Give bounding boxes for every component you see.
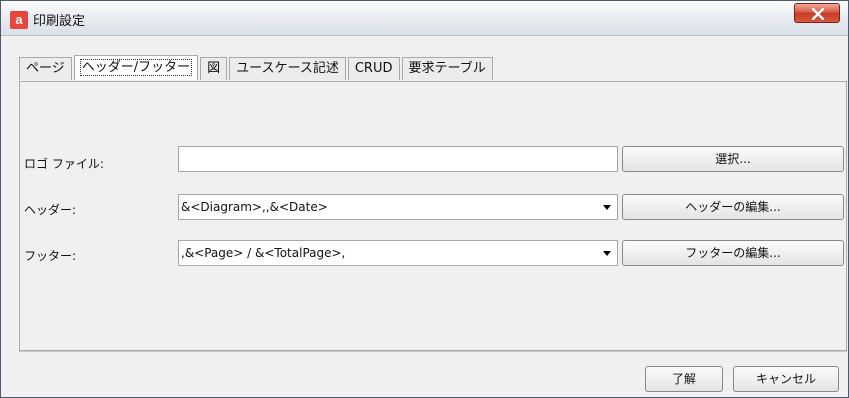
print-settings-dialog: a 印刷設定 ページ ヘッダー/フッター 図 ユースケース記述 CRUD 要求テ… <box>0 0 849 398</box>
header-label: ヘッダー: <box>24 203 77 217</box>
logo-file-label: ロゴ ファイル: <box>24 157 104 171</box>
tab-diagram[interactable]: 図 <box>200 57 228 80</box>
header-combo-value: &<Diagram>,,&<Date> <box>181 200 328 214</box>
tab-header-footer[interactable]: ヘッダー/フッター <box>73 55 199 80</box>
logo-file-input[interactable] <box>178 146 618 172</box>
edit-header-button[interactable]: ヘッダーの編集... <box>622 194 844 220</box>
cancel-button[interactable]: キャンセル <box>733 366 839 392</box>
footer-combo[interactable]: ,&<Page> / &<TotalPage>, <box>178 240 618 266</box>
tab-usecase-description[interactable]: ユースケース記述 <box>229 57 346 80</box>
tab-crud[interactable]: CRUD <box>347 57 400 80</box>
tab-bar: ページ ヘッダー/フッター 図 ユースケース記述 CRUD 要求テーブル <box>19 55 495 81</box>
header-combo[interactable]: &<Diagram>,,&<Date> <box>178 194 618 220</box>
title-bar: a 印刷設定 <box>1 1 848 36</box>
footer-combo-value: ,&<Page> / &<TotalPage>, <box>181 246 346 260</box>
tab-requirements-table[interactable]: 要求テーブル <box>401 57 493 80</box>
app-logo-icon: a <box>10 11 28 29</box>
dropdown-arrow-icon[interactable] <box>603 251 611 256</box>
edit-footer-button[interactable]: フッターの編集... <box>622 240 844 266</box>
close-button[interactable] <box>794 3 840 23</box>
footer-label: フッター: <box>24 249 77 263</box>
dropdown-arrow-icon[interactable] <box>603 205 611 210</box>
tab-page[interactable]: ページ <box>19 57 72 80</box>
ok-button[interactable]: 了解 <box>645 366 723 392</box>
header-footer-panel: ロゴ ファイル: 選択... ヘッダー: &<Diagram>,,&<Date>… <box>19 81 847 351</box>
select-logo-button[interactable]: 選択... <box>622 146 844 172</box>
close-icon <box>811 8 825 20</box>
window-title: 印刷設定 <box>33 14 86 29</box>
divider <box>19 351 847 352</box>
